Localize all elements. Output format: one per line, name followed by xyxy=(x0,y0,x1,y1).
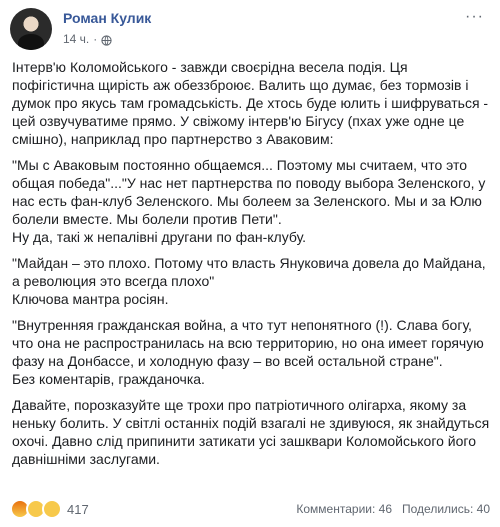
avatar[interactable] xyxy=(10,8,52,50)
post-header: Роман Кулик 14 ч. · ··· xyxy=(10,8,490,54)
shares-count-link[interactable]: Поделились: 40 xyxy=(402,502,490,516)
post-paragraph: "Внутренняя гражданская война, а что тут… xyxy=(12,317,484,387)
haha-reaction-icon xyxy=(42,499,62,519)
facebook-post: Роман Кулик 14 ч. · ··· Інтерв'ю Коломой… xyxy=(0,0,500,527)
author-name[interactable]: Роман Кулик xyxy=(63,10,151,26)
more-options-icon[interactable]: ··· xyxy=(465,8,484,26)
engagement-stats: Комментарии: 46 Поделились: 40 xyxy=(296,502,490,516)
globe-icon xyxy=(101,34,112,46)
reaction-count: 417 xyxy=(67,501,89,517)
reactions-summary[interactable]: 417 xyxy=(10,499,89,519)
post-paragraph: "Майдан – это плохо. Потому что власть Я… xyxy=(12,255,486,307)
post-footer: 417 Комментарии: 46 Поделились: 40 xyxy=(10,498,490,520)
post-meta: 14 ч. · xyxy=(63,32,112,46)
post-body: Інтерв'ю Коломойського - завжди своєрідн… xyxy=(12,58,490,476)
post-timestamp[interactable]: 14 ч. xyxy=(63,32,89,46)
meta-separator: · xyxy=(93,32,98,46)
post-paragraph: Інтерв'ю Коломойського - завжди своєрідн… xyxy=(12,59,489,147)
post-paragraph: "Мы с Аваковым постоянно общаемся... Поэ… xyxy=(12,157,486,245)
comments-count-link[interactable]: Комментарии: 46 xyxy=(296,502,392,516)
post-paragraph: Давайте, порозказуйте ще трохи про патрі… xyxy=(12,397,490,467)
